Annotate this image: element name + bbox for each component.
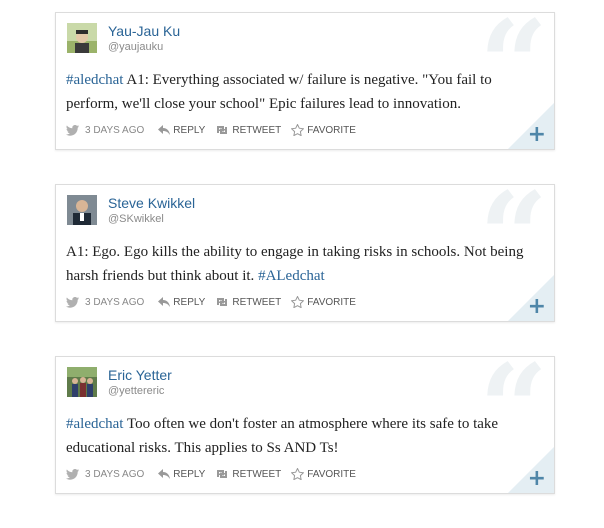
- star-icon: [291, 468, 305, 480]
- reply-button[interactable]: REPLY: [158, 297, 205, 308]
- plus-icon[interactable]: +: [528, 124, 546, 146]
- reply-icon: [158, 469, 171, 479]
- timestamp[interactable]: 3 DAYS AGO: [66, 124, 145, 136]
- retweet-button[interactable]: RETWEET: [215, 297, 281, 308]
- reply-icon: [158, 125, 171, 135]
- retweet-button[interactable]: RETWEET: [215, 125, 281, 136]
- plus-icon[interactable]: +: [528, 468, 546, 490]
- tweet-text: #aledchat A1: Everything associated w/ f…: [66, 68, 544, 116]
- timestamp[interactable]: 3 DAYS AGO: [66, 296, 145, 308]
- user-name[interactable]: Steve Kwikkel: [108, 195, 195, 211]
- reply-icon: [158, 297, 171, 307]
- tweet-card: “ + Steve Kwikkel @SKwikkel A1: Ego. Ego…: [55, 184, 555, 322]
- tweet-body: Too often we don't foster an atmosphere …: [66, 416, 499, 456]
- reply-label: REPLY: [173, 296, 206, 308]
- twitter-bird-icon: [66, 296, 79, 308]
- tweet-text: #aledchat Too often we don't foster an a…: [66, 412, 544, 460]
- tweet-card: “ + Eric Yetter @yettereric #aledchat To…: [55, 356, 555, 494]
- tweet-card: “ + Yau-Jau Ku @yaujauku #aledchat A1: E…: [55, 12, 555, 150]
- user-name[interactable]: Yau-Jau Ku: [108, 23, 180, 39]
- timestamp[interactable]: 3 DAYS AGO: [66, 468, 145, 480]
- avatar[interactable]: [67, 195, 97, 225]
- avatar[interactable]: [67, 23, 97, 53]
- tweet-actions: 3 DAYS AGO REPLY RETWEET FAVORITE: [66, 124, 366, 136]
- retweet-label: RETWEET: [232, 468, 282, 480]
- timestamp-label: 3 DAYS AGO: [85, 296, 145, 308]
- favorite-button[interactable]: FAVORITE: [291, 124, 356, 136]
- retweet-icon: [217, 298, 228, 306]
- twitter-bird-icon: [66, 468, 79, 480]
- timestamp-label: 3 DAYS AGO: [85, 124, 145, 136]
- star-icon: [291, 124, 305, 136]
- user-handle[interactable]: @yettereric: [108, 385, 164, 397]
- user-handle[interactable]: @SKwikkel: [108, 213, 164, 225]
- reply-button[interactable]: REPLY: [158, 125, 205, 136]
- favorite-label: FAVORITE: [307, 296, 356, 308]
- retweet-button[interactable]: RETWEET: [215, 469, 281, 480]
- reply-button[interactable]: REPLY: [158, 469, 205, 480]
- user-handle[interactable]: @yaujauku: [108, 41, 163, 53]
- hashtag-link[interactable]: #aledchat: [66, 72, 123, 88]
- hashtag-link[interactable]: #aledchat: [66, 416, 123, 432]
- tweet-text: A1: Ego. Ego kills the ability to engage…: [66, 240, 544, 288]
- tweet-actions: 3 DAYS AGO REPLY RETWEET FAVORITE: [66, 296, 366, 308]
- reply-label: REPLY: [173, 468, 206, 480]
- retweet-label: RETWEET: [232, 296, 282, 308]
- favorite-label: FAVORITE: [307, 468, 356, 480]
- timestamp-label: 3 DAYS AGO: [85, 468, 145, 480]
- favorite-label: FAVORITE: [307, 124, 356, 136]
- reply-label: REPLY: [173, 124, 206, 136]
- tweet-actions: 3 DAYS AGO REPLY RETWEET FAVORITE: [66, 468, 366, 480]
- retweet-label: RETWEET: [232, 124, 282, 136]
- hashtag-link[interactable]: #ALedchat: [258, 268, 325, 284]
- plus-icon[interactable]: +: [528, 296, 546, 318]
- user-name[interactable]: Eric Yetter: [108, 367, 172, 383]
- retweet-icon: [217, 126, 228, 134]
- tweet-body: A1: Everything associated w/ failure is …: [66, 72, 492, 112]
- twitter-bird-icon: [66, 124, 79, 136]
- avatar[interactable]: [67, 367, 97, 397]
- favorite-button[interactable]: FAVORITE: [291, 468, 356, 480]
- star-icon: [291, 296, 305, 308]
- favorite-button[interactable]: FAVORITE: [291, 296, 356, 308]
- retweet-icon: [217, 470, 228, 478]
